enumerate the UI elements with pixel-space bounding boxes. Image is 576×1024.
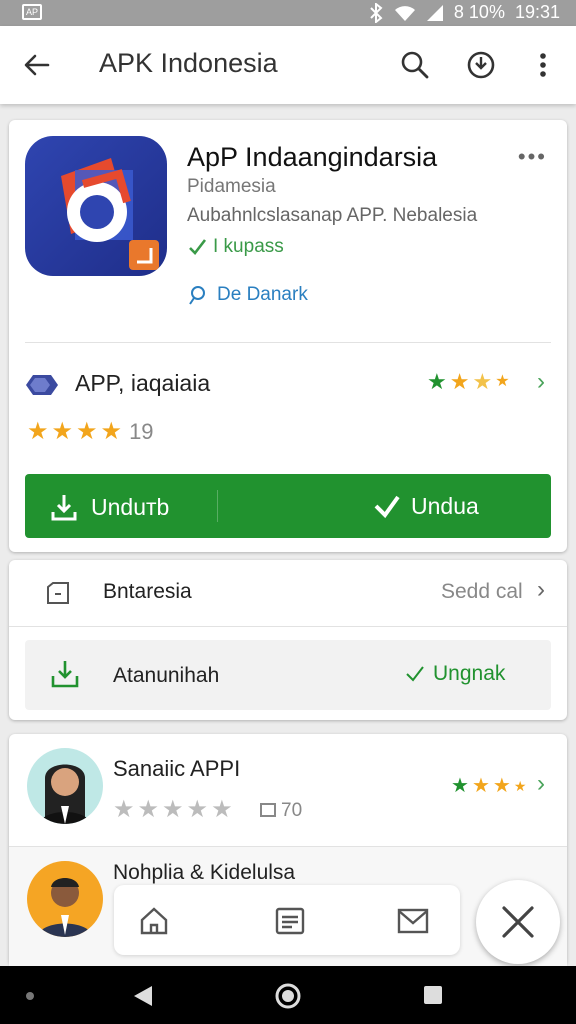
developer-name[interactable]: Pidamesia [187,176,276,198]
avatar[interactable] [27,748,103,824]
notification-icon: AP [22,4,42,20]
rating-small-stars: ★ ★ ★ ★ [427,369,510,394]
verified-badge: I kupass [187,236,284,258]
review-count-value: 70 [281,800,303,821]
folder-icon [47,582,69,604]
person-avatar-icon [39,764,91,824]
search-icon[interactable] [398,48,432,82]
bluetooth-icon [370,2,383,23]
download-label: Unduтb [91,493,170,520]
check-outline-icon [406,666,424,682]
app-name: ApP Indaangindarsia [187,142,438,172]
status-bar: AP 8 10% 19:31 [0,0,576,26]
status-icons: 8 10% 19:31 [368,2,560,23]
download-icon [51,495,77,521]
app-more-button[interactable]: ••• [518,144,547,170]
install-tray-icon [51,661,79,688]
back-triangle-icon[interactable] [132,984,154,1008]
category-icon [26,375,58,395]
review-rating-stars: ★ ★ ★ ★ [451,775,527,797]
info-row-2-action-label: Ungnak [433,662,506,685]
clock: 19:31 [514,2,560,22]
update-icon[interactable] [464,48,498,82]
comment-icon [260,803,276,817]
divider [25,342,551,343]
rating-count: 19 [129,419,154,444]
button-separator [217,490,218,522]
chevron-right-icon[interactable]: › [537,770,545,798]
info-row-1-label: Bntaresia [103,580,192,603]
badge-label: I kupass [213,236,284,257]
app-card: ApP Indaangindarsia ••• Pidamesia Aubahn… [9,120,567,552]
app-description: Aubahnlcslasanap APP. Nebalesia [187,205,478,226]
install-button[interactable]: Undua [373,492,479,520]
info-row-1[interactable]: Bntaresia Sedd cal › [9,560,567,624]
page-title: APK Indonesia [99,48,278,78]
person-avatar-icon [37,878,93,937]
chevron-right-icon[interactable]: › [537,368,545,396]
app-logo-icon [61,158,159,270]
bottom-nav [114,885,460,955]
close-fab[interactable] [476,880,560,964]
back-arrow-icon[interactable] [20,48,54,82]
avatar[interactable] [27,861,103,937]
battery-text: 8 10% [453,2,505,22]
check-icon [374,495,400,519]
system-nav-bar [0,966,576,1024]
dot-indicator [26,992,34,1000]
list-icon[interactable] [274,905,306,937]
wifi-icon [394,5,415,21]
review-stars: ★ ★ ★ ★ ★ [113,796,233,823]
chevron-right-icon: › [537,576,545,603]
action-button: Unduтb Undua [25,474,551,538]
developer-link[interactable]: De Danark [187,284,308,306]
shield-check-icon [189,239,207,255]
review-name: Nohplia & Kidelulsa [113,861,296,884]
download-button[interactable]: Unduтb [49,492,169,522]
signal-icon [426,4,443,21]
home-circle-icon[interactable] [274,982,302,1010]
rating-stars: ★ ★ ★ ★ 19 [27,418,154,445]
rating-row-title: APP, iaqaiaia [75,370,211,396]
info-row-2[interactable]: Atanunihah Ungnak [25,640,551,710]
location-icon [189,286,205,305]
app-logo[interactable] [25,136,167,276]
review-count: 70 [259,800,302,822]
info-card: Bntaresia Sedd cal › Atanunihah Ungnak [9,560,567,720]
info-row-2-action[interactable]: Ungnak [405,662,505,686]
developer-link-label: De Danark [217,284,308,305]
more-vert-icon[interactable] [526,48,560,82]
info-row-1-value: Sedd cal [441,580,523,603]
app-bar: APK Indonesia [0,26,576,104]
close-icon [502,906,534,938]
review-name: Sanaiic APPI [113,756,241,781]
install-label: Undua [411,492,479,519]
divider [9,626,567,627]
info-row-2-label: Atanunihah [113,664,220,687]
recents-square-icon[interactable] [422,984,444,1006]
mail-icon[interactable] [396,905,430,937]
home-icon[interactable] [138,905,170,937]
